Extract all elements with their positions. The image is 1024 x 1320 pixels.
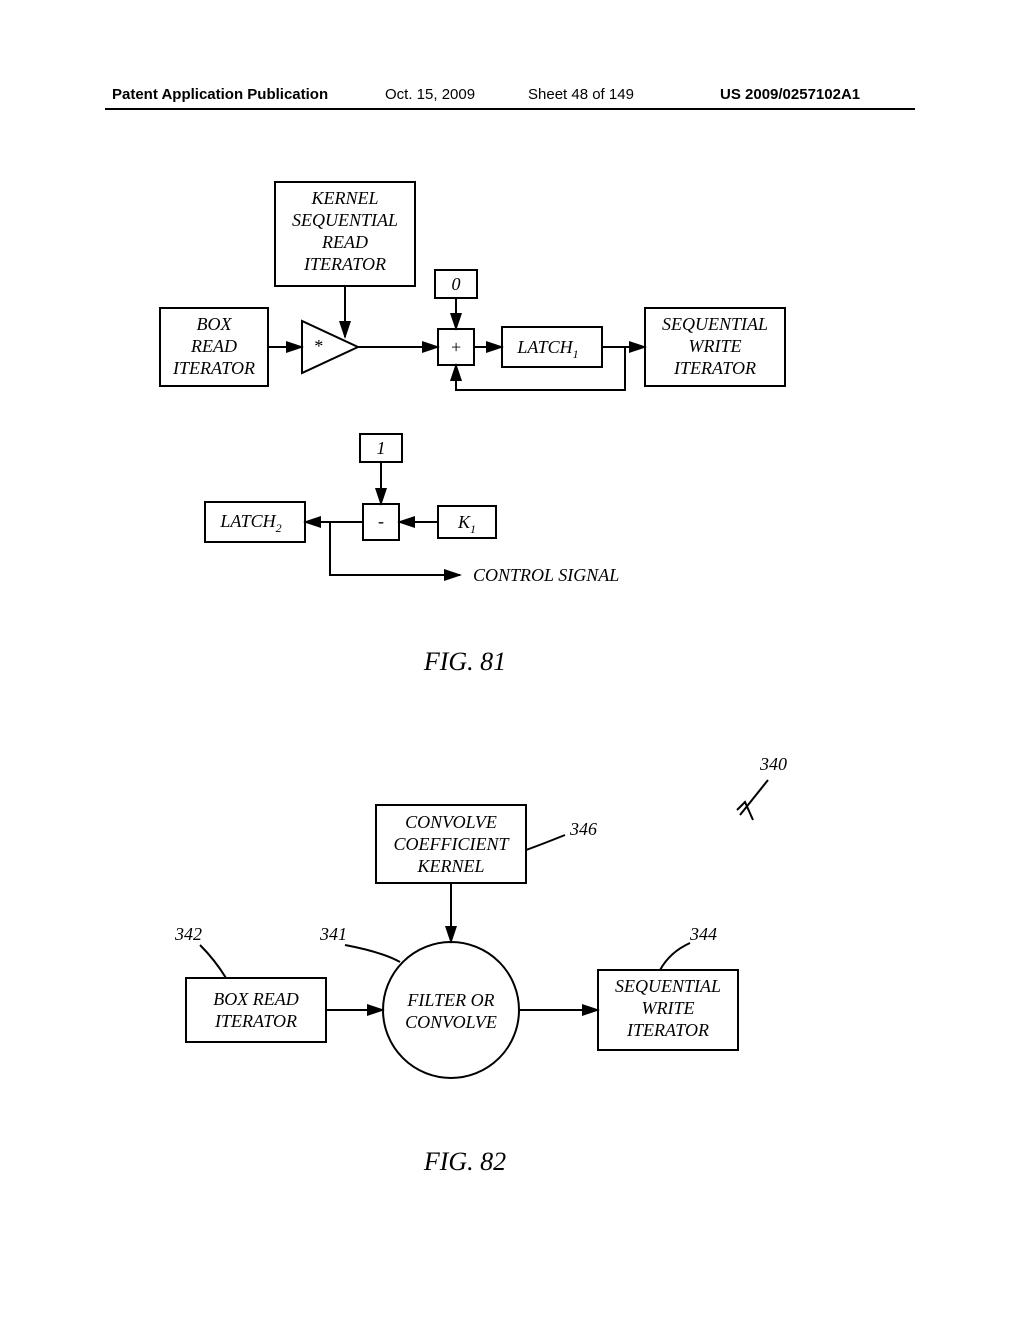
diagram-svg: BOXREADITERATOR KERNELSEQUENTIALREADITER… <box>0 130 1024 1290</box>
multiplier <box>302 321 358 373</box>
fig-81: BOXREADITERATOR KERNELSEQUENTIALREADITER… <box>160 182 785 676</box>
filter-or-convolve <box>383 942 519 1078</box>
ref-340: 340 <box>759 754 787 774</box>
subtractor-label: - <box>378 511 384 531</box>
lead-341 <box>345 945 400 962</box>
zero-constant-label: 0 <box>452 274 461 294</box>
fig-82-caption: FIG. 82 <box>423 1147 506 1176</box>
publication-date: Oct. 15, 2009 <box>385 86 475 103</box>
multiplier-label: * <box>314 336 323 356</box>
publication-label: Patent Application Publication <box>112 86 328 103</box>
lead-344 <box>660 943 690 970</box>
lead-340 <box>740 780 768 815</box>
control-signal-label: CONTROL SIGNAL <box>473 565 619 585</box>
box-read-iterator-82 <box>186 978 326 1042</box>
ref-341: 341 <box>319 924 347 944</box>
lead-340-arrow <box>737 802 753 820</box>
ref-344: 344 <box>689 924 717 944</box>
publication-number: US 2009/0257102A1 <box>720 86 860 103</box>
fig-81-caption: FIG. 81 <box>423 647 506 676</box>
ref-346: 346 <box>569 819 597 839</box>
fig-82: CONVOLVECOEFFICIENTKERNEL BOX READITERAT… <box>174 754 787 1176</box>
lead-346 <box>526 835 565 850</box>
sheet-number: Sheet 48 of 149 <box>528 86 634 103</box>
adder-label: + <box>450 337 462 357</box>
figure-stage: BOXREADITERATOR KERNELSEQUENTIALREADITER… <box>0 130 1024 1290</box>
header-divider <box>105 108 915 110</box>
lead-342 <box>200 945 226 978</box>
ref-342: 342 <box>174 924 202 944</box>
one-constant-label: 1 <box>377 438 386 458</box>
